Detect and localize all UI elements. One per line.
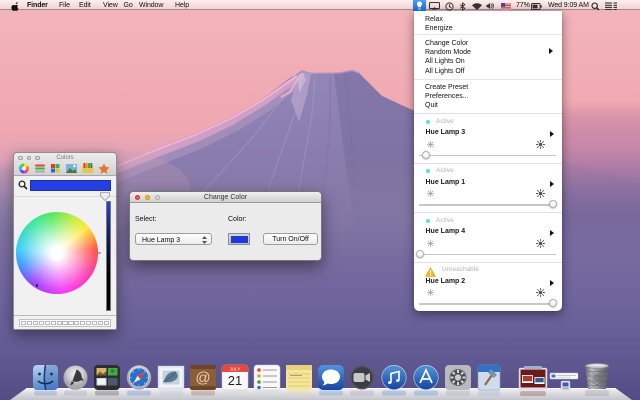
svg-text:JULY: JULY — [230, 367, 241, 372]
svg-text:@: @ — [195, 370, 210, 387]
svg-text:21: 21 — [228, 373, 242, 388]
